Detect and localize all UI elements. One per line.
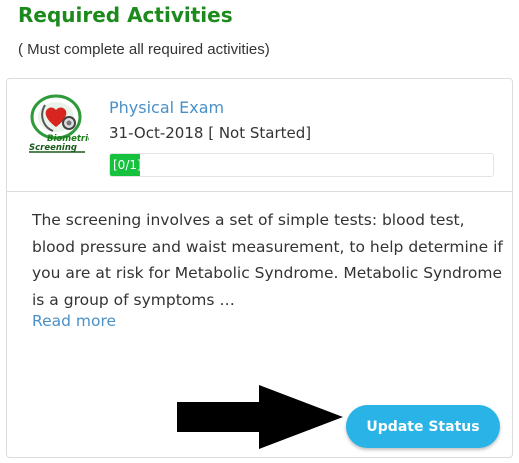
section-title: Required Activities xyxy=(18,3,233,27)
activity-card-header: Biometric Screening Physical Exam 31-Oct… xyxy=(7,79,512,192)
update-status-button[interactable]: Update Status xyxy=(346,405,500,448)
activity-name-link[interactable]: Physical Exam xyxy=(109,98,224,117)
biometric-screening-logo: Biometric Screening xyxy=(23,93,93,155)
section-subtitle: ( Must complete all required activities) xyxy=(18,41,270,58)
activity-description: The screening involves a set of simple t… xyxy=(32,211,503,309)
activity-card: Biometric Screening Physical Exam 31-Oct… xyxy=(6,78,513,458)
progress-fill: [0/1] xyxy=(110,154,142,176)
heart-stethoscope-icon: Biometric Screening xyxy=(29,94,93,153)
arrow-pointer-icon xyxy=(177,385,343,449)
progress-label: [0/1] xyxy=(113,158,142,172)
progress-bar: [0/1] xyxy=(109,153,494,177)
read-more-link[interactable]: Read more xyxy=(32,312,116,330)
activity-date-status: 31-Oct-2018 [ Not Started] xyxy=(109,124,312,142)
